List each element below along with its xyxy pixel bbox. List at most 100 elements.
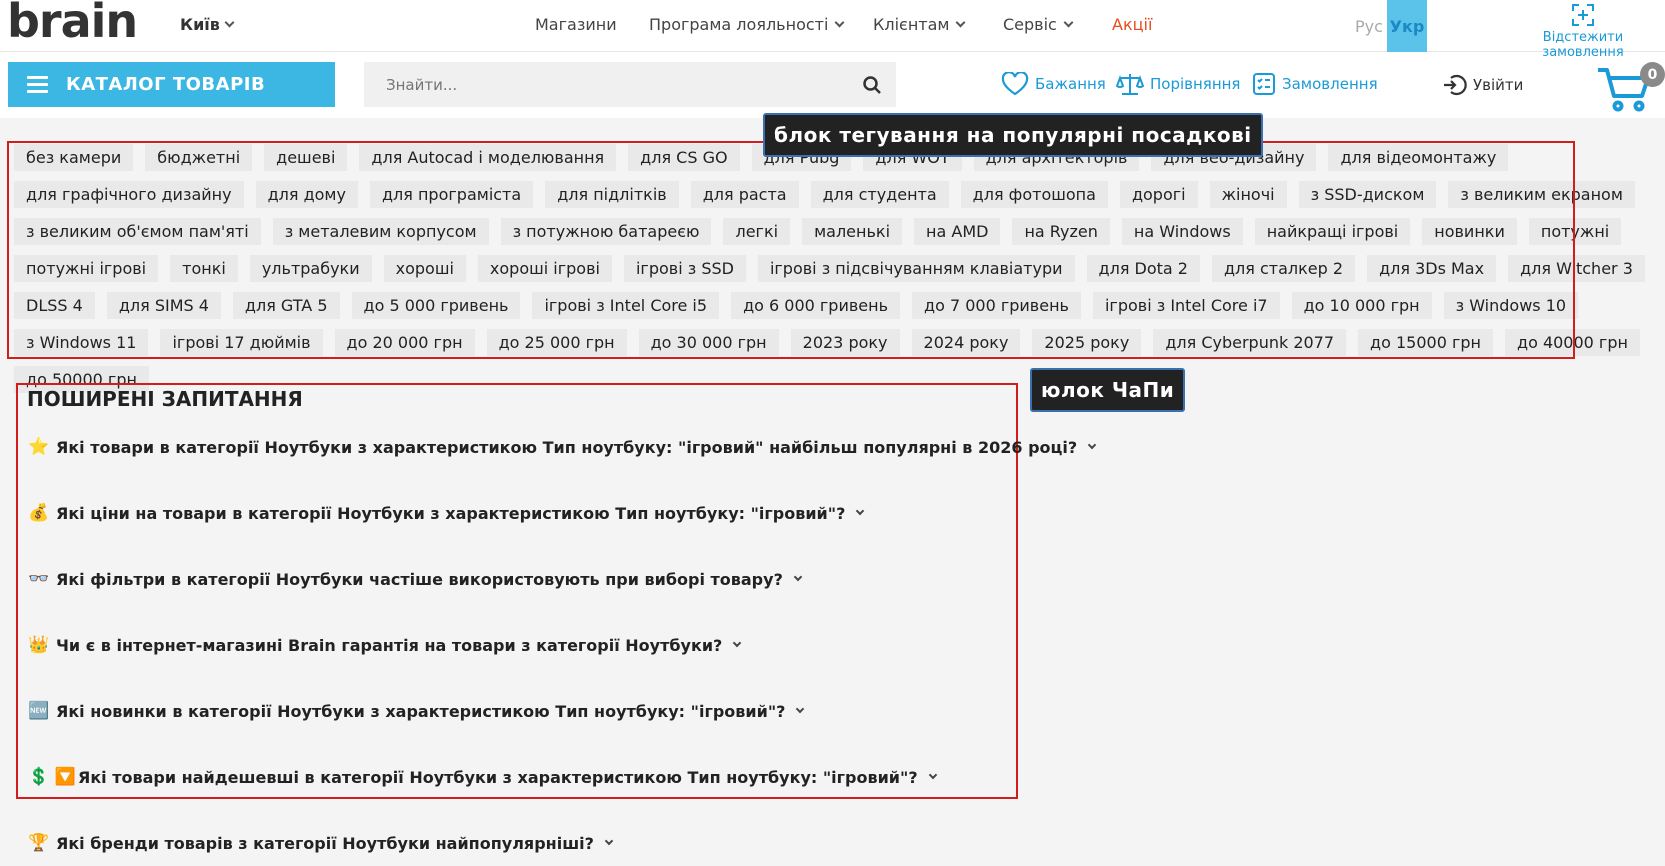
tag-link[interactable]: найкращі ігрові [1254, 218, 1411, 245]
tag-link[interactable]: новинки [1422, 218, 1517, 245]
tag-link[interactable]: ігрові 17 дюймів [160, 329, 323, 356]
tag-link[interactable]: для фотошопа [960, 181, 1108, 208]
faq-title: ПОШИРЕНІ ЗАПИТАННЯ [27, 387, 303, 411]
tag-link[interactable]: потужні ігрові [14, 255, 159, 282]
faq-question-text: Які ціни на товари в категорії Ноутбуки … [56, 503, 846, 523]
tag-link[interactable]: для сталкер 2 [1211, 255, 1356, 282]
search-icon[interactable] [862, 75, 882, 95]
tag-link[interactable]: для CS GO [628, 144, 740, 171]
tag-link[interactable]: для дому [255, 181, 358, 208]
tag-link[interactable]: дешеві [264, 144, 348, 171]
cart-count-badge: 0 [1640, 62, 1665, 87]
tag-link[interactable]: жіночі [1209, 181, 1287, 208]
tag-link[interactable]: для Cyberpunk 2077 [1153, 329, 1347, 356]
tag-link[interactable]: легкі [723, 218, 791, 245]
chevron-down-icon [1063, 17, 1074, 28]
faq-emoji-icon: 🆕 [28, 701, 50, 721]
tag-link[interactable]: для графічного дизайну [14, 181, 244, 208]
tag-link[interactable]: з великим екраном [1448, 181, 1635, 208]
tag-link[interactable]: для раста [690, 181, 799, 208]
nav-loyalty[interactable]: Програма лояльності [649, 15, 845, 34]
nav-clients[interactable]: Клієнтам [873, 15, 966, 34]
tag-link[interactable]: 2023 року [790, 329, 900, 356]
tag-link[interactable]: DLSS 4 [14, 292, 95, 319]
city-selector[interactable]: Київ [180, 15, 235, 34]
tag-link[interactable]: дорогі [1119, 181, 1198, 208]
tag-link[interactable]: з потужною батареєю [500, 218, 712, 245]
chevron-down-icon [1087, 440, 1097, 450]
tag-link[interactable]: для Autocad і моделювання [359, 144, 617, 171]
tag-link[interactable]: для Dota 2 [1086, 255, 1200, 282]
compare-label: Порівняння [1150, 75, 1241, 93]
tag-link[interactable]: для Witcher 3 [1508, 255, 1645, 282]
tag-link[interactable]: на Ryzen [1012, 218, 1110, 245]
tag-link[interactable]: з Windows 10 [1443, 292, 1579, 319]
tag-link[interactable]: для GTA 5 [232, 292, 340, 319]
tag-link[interactable]: з великим об'ємом пам'яті [14, 218, 261, 245]
catalog-label: КАТАЛОГ ТОВАРІВ [66, 74, 266, 95]
wishlist-link[interactable]: Бажання [1001, 72, 1106, 96]
faq-question[interactable]: 💲 🔽 Які товари найдешевші в категорії Ноу… [28, 767, 937, 787]
wishlist-label: Бажання [1035, 75, 1106, 93]
lang-uk[interactable]: Укр [1387, 0, 1427, 52]
tag-link[interactable]: для підлітків [545, 181, 679, 208]
tag-link[interactable]: з Windows 11 [14, 329, 149, 356]
tag-link[interactable]: для відеомонтажу [1328, 144, 1509, 171]
login-link[interactable]: Увійти [1441, 72, 1523, 98]
tag-link[interactable]: для студента [810, 181, 949, 208]
faq-question[interactable]: 👓 Які фільтри в категорії Ноутбуки частіш… [28, 569, 803, 589]
heart-icon [1001, 72, 1029, 96]
faq-question[interactable]: ⭐ Які товари в категорії Ноутбуки з харак… [28, 437, 1097, 457]
tag-link[interactable]: ігрові з Intel Core i7 [1092, 292, 1280, 319]
tag-link[interactable]: 2024 року [911, 329, 1021, 356]
tag-link[interactable]: до 20 000 грн [334, 329, 475, 356]
tag-link[interactable]: до 10 000 грн [1291, 292, 1432, 319]
chevron-down-icon [793, 572, 803, 582]
tag-link[interactable]: для програміста [369, 181, 534, 208]
tag-link[interactable]: потужні [1528, 218, 1622, 245]
catalog-button[interactable]: КАТАЛОГ ТОВАРІВ [8, 62, 335, 107]
nav-service[interactable]: Сервіс [1003, 15, 1074, 34]
logo[interactable]: brain [7, 0, 138, 48]
tag-link[interactable]: до 30 000 грн [638, 329, 779, 356]
tag-link[interactable]: на AMD [914, 218, 1001, 245]
lang-ru[interactable]: Рус [1351, 0, 1387, 52]
nav-sales[interactable]: Акції [1112, 15, 1152, 34]
tag-link[interactable]: з металевим корпусом [272, 218, 489, 245]
tag-link[interactable]: ультрабуки [249, 255, 372, 282]
login-label: Увійти [1473, 76, 1524, 94]
tag-link[interactable]: до 7 000 гривень [912, 292, 1081, 319]
tag-link[interactable]: хороші ігрові [477, 255, 612, 282]
tag-link[interactable]: ігрові з Intel Core i5 [532, 292, 720, 319]
menu-icon [27, 76, 48, 93]
tag-link[interactable]: тонкі [170, 255, 238, 282]
tag-link[interactable]: до 6 000 гривень [731, 292, 901, 319]
tag-link[interactable]: хороші [383, 255, 466, 282]
tag-link[interactable]: до 40000 грн [1505, 329, 1640, 356]
tag-link[interactable]: до 25 000 грн [486, 329, 627, 356]
tag-link[interactable]: до 15000 грн [1358, 329, 1493, 356]
tag-link[interactable]: ігрові з підсвічуванням клавіатури [757, 255, 1075, 282]
tag-link[interactable]: для 3Ds Max [1367, 255, 1497, 282]
tag-link[interactable]: бюджетні [145, 144, 253, 171]
tag-link[interactable]: для SIMS 4 [106, 292, 221, 319]
nav-label: Акції [1112, 15, 1153, 34]
search-input[interactable] [364, 62, 896, 107]
orders-link[interactable]: Замовлення [1252, 72, 1378, 96]
faq-question[interactable]: 🆕 Які новинки в категорії Ноутбуки з хара… [28, 701, 805, 721]
faq-emoji-icon: 💰 [28, 503, 50, 523]
tag-link[interactable]: ігрові з SSD [623, 255, 746, 282]
tag-link[interactable]: до 5 000 гривень [351, 292, 521, 319]
chevron-down-icon [733, 638, 742, 648]
nav-stores[interactable]: Магазини [535, 15, 617, 34]
tag-link[interactable]: 2025 року [1032, 329, 1142, 356]
faq-question[interactable]: 🏆 Які бренди товарів з категорії Ноутбуки… [28, 833, 614, 853]
faq-question[interactable]: 👑 Чи є в інтернет-магазині Brain гарантія… [28, 635, 742, 655]
tag-link[interactable]: з SSD-диском [1298, 181, 1437, 208]
tag-link[interactable]: на Windows [1121, 218, 1243, 245]
tag-link[interactable]: маленькі [802, 218, 903, 245]
compare-link[interactable]: Порівняння [1116, 72, 1240, 96]
tag-link[interactable]: без камери [14, 144, 134, 171]
faq-question[interactable]: 💰 Які ціни на товари в категорії Ноутбуки… [28, 503, 865, 523]
track-order-link[interactable]: Відстежити замовлення [1501, 0, 1665, 60]
